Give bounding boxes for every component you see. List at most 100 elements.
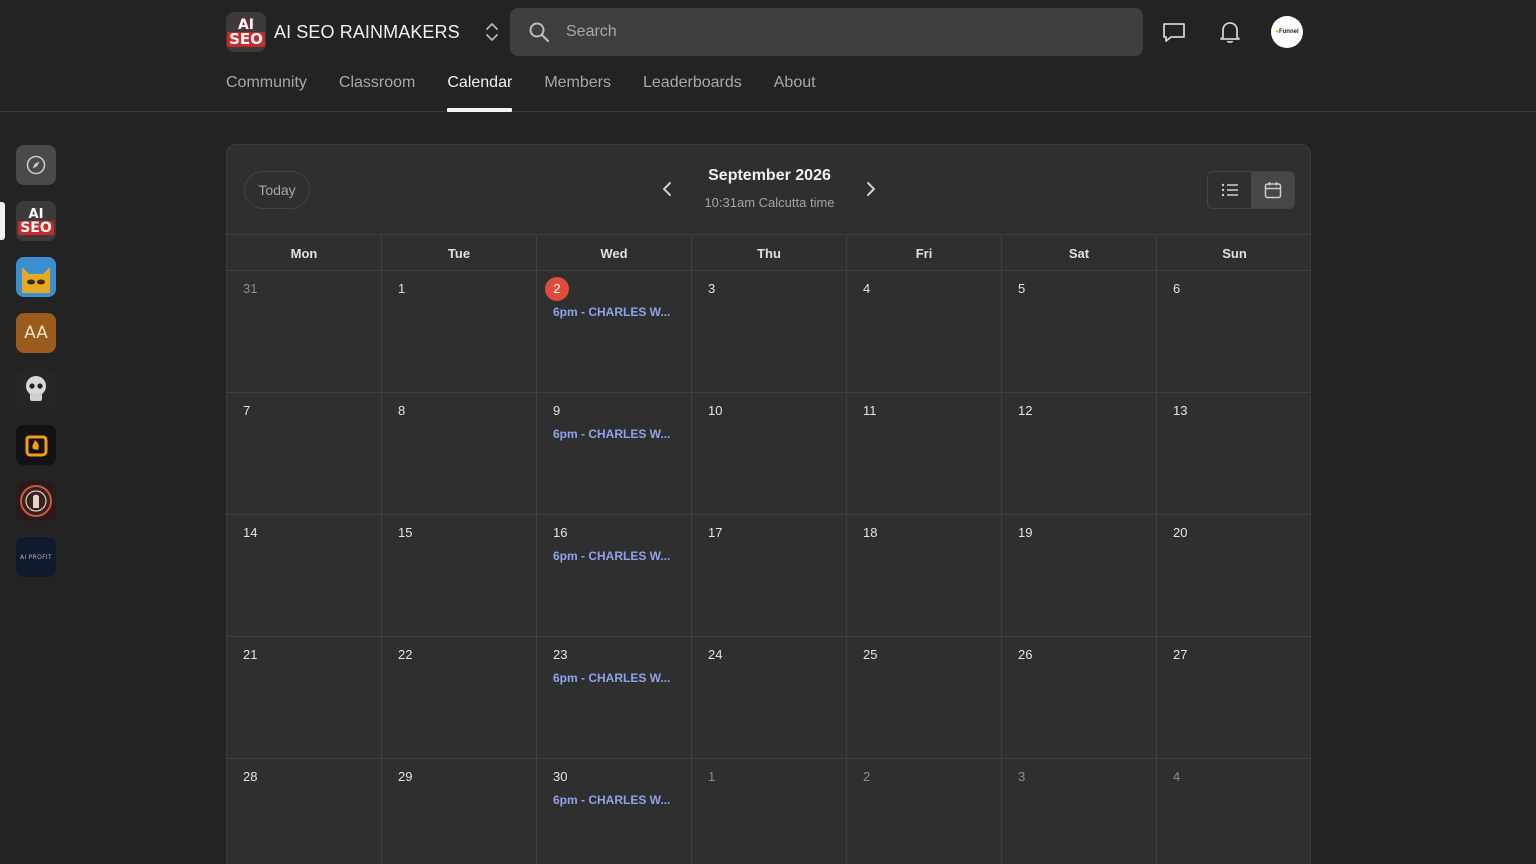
discover-compass-icon[interactable] <box>16 145 56 185</box>
tab-about[interactable]: About <box>774 62 816 112</box>
calendar-day-cell[interactable]: 4 <box>1157 759 1310 864</box>
tab-leaderboards[interactable]: Leaderboards <box>643 62 742 112</box>
tab-members[interactable]: Members <box>544 62 611 112</box>
day-number: 18 <box>863 525 878 540</box>
calendar-day-cell[interactable]: 6 <box>1157 271 1310 392</box>
day-number: 4 <box>863 281 871 296</box>
tab-community[interactable]: Community <box>226 62 307 112</box>
day-number: 23 <box>553 647 568 662</box>
calendar-day-cell[interactable]: 13 <box>1157 393 1310 514</box>
search-icon <box>528 21 550 43</box>
search-input[interactable] <box>566 23 1086 41</box>
today-date-badge: 2 <box>545 277 569 301</box>
calendar-day-cell[interactable]: 4 <box>847 271 1002 392</box>
day-number: 3 <box>708 281 716 296</box>
tab-classroom[interactable]: Classroom <box>339 62 415 112</box>
calendar-view-icon[interactable] <box>1251 172 1294 208</box>
calendar-event[interactable]: 6pm - CHARLES W... <box>553 305 677 319</box>
calendar-day-cell[interactable]: 23 6pm - CHARLES W... <box>537 637 692 758</box>
calendar-event[interactable]: 6pm - CHARLES W... <box>553 671 677 685</box>
calendar-day-cell[interactable]: 11 <box>847 393 1002 514</box>
calendar-day-cell[interactable]: 25 <box>847 637 1002 758</box>
calendar-day-cell[interactable]: 31 <box>227 271 382 392</box>
day-number: 7 <box>243 403 251 418</box>
calendar-event[interactable]: 6pm - CHARLES W... <box>553 427 677 441</box>
calendar-day-cell[interactable]: 3 <box>692 271 847 392</box>
day-number: 20 <box>1173 525 1188 540</box>
calendar-day-cell[interactable]: 26 <box>1002 637 1157 758</box>
calendar-day-cell[interactable]: 10 <box>692 393 847 514</box>
search-bar[interactable] <box>510 8 1143 56</box>
calendar-day-cell[interactable]: 24 <box>692 637 847 758</box>
calendar-event[interactable]: 6pm - CHARLES W... <box>553 793 677 807</box>
community-ai-profit-icon[interactable]: AI PROFIT <box>16 537 56 577</box>
next-month-chevron-right-icon[interactable] <box>863 179 879 199</box>
brand-logo[interactable]: AI SEO <box>226 12 266 52</box>
day-number: 9 <box>553 403 561 418</box>
community-switcher-icon[interactable] <box>484 20 500 44</box>
calendar-day-cell[interactable]: 7 <box>227 393 382 514</box>
brand[interactable]: AI SEO AI SEO RAINMAKERS <box>226 12 500 52</box>
calendar-day-cell[interactable]: 27 <box>1157 637 1310 758</box>
weekday-thu: Thu <box>692 235 847 270</box>
calendar-day-cell[interactable]: 8 <box>382 393 537 514</box>
community-seal-icon[interactable] <box>16 481 56 521</box>
calendar-day-cell[interactable]: 28 <box>227 759 382 864</box>
weekday-fri: Fri <box>847 235 1002 270</box>
calendar-day-cell[interactable]: 1 <box>382 271 537 392</box>
calendar-day-cell[interactable]: 12 <box>1002 393 1157 514</box>
day-number: 17 <box>708 525 723 540</box>
calendar-day-cell[interactable]: 1 <box>692 759 847 864</box>
user-avatar[interactable]: ● Funnel <box>1271 16 1303 48</box>
community-cat-icon[interactable] <box>16 257 56 297</box>
top-header: AI SEO AI SEO RAINMAKERS ●Funnel Communi… <box>0 0 1536 112</box>
weekday-wed: Wed <box>537 235 692 270</box>
day-number: 26 <box>1018 647 1033 662</box>
calendar-day-cell[interactable]: 9 6pm - CHARLES W... <box>537 393 692 514</box>
calendar-day-cell[interactable]: 17 <box>692 515 847 636</box>
day-number: 1 <box>398 281 406 296</box>
brand-logo-line2: SEO <box>227 29 265 48</box>
day-number: 2 <box>863 769 871 784</box>
day-number: 19 <box>1018 525 1033 540</box>
day-number: 27 <box>1173 647 1188 662</box>
calendar-day-cell[interactable]: 22 <box>382 637 537 758</box>
calendar-day-cell[interactable]: 20 <box>1157 515 1310 636</box>
weekday-tue: Tue <box>382 235 537 270</box>
bell-icon[interactable] <box>1217 20 1243 44</box>
community-skull-icon[interactable] <box>16 369 56 409</box>
brand-name[interactable]: AI SEO RAINMAKERS <box>274 22 460 43</box>
calendar-panel: Today September 2026 10:31am Calcutta ti… <box>226 144 1311 864</box>
community-aa-icon[interactable]: AA <box>16 313 56 353</box>
calendar-day-cell[interactable]: 21 <box>227 637 382 758</box>
day-number: 1 <box>708 769 716 784</box>
calendar-day-cell[interactable]: 29 <box>382 759 537 864</box>
day-number: 28 <box>243 769 258 784</box>
weekday-mon: Mon <box>227 235 382 270</box>
calendar-day-cell[interactable]: 5 <box>1002 271 1157 392</box>
month-title: September 2026 <box>708 167 831 184</box>
day-number: 29 <box>398 769 413 784</box>
weekday-header: Mon Tue Wed Thu Fri Sat Sun <box>227 234 1310 271</box>
chat-icon[interactable] <box>1161 20 1187 44</box>
calendar-day-cell[interactable]: 16 6pm - CHARLES W... <box>537 515 692 636</box>
calendar-event[interactable]: 6pm - CHARLES W... <box>553 549 677 563</box>
calendar-day-cell[interactable]: 3 <box>1002 759 1157 864</box>
day-number: 13 <box>1173 403 1188 418</box>
calendar-day-cell[interactable]: 15 <box>382 515 537 636</box>
calendar-day-cell[interactable]: 2 6pm - CHARLES W... <box>537 271 692 392</box>
calendar-day-cell[interactable]: 2 <box>847 759 1002 864</box>
calendar-day-cell[interactable]: 14 <box>227 515 382 636</box>
calendar-day-cell[interactable]: 30 6pm - CHARLES W... <box>537 759 692 864</box>
day-number: 12 <box>1018 403 1033 418</box>
community-ai-seo-icon[interactable]: AI SEO <box>16 201 56 241</box>
list-view-icon[interactable] <box>1208 172 1251 208</box>
community-flame-icon[interactable] <box>16 425 56 465</box>
day-number: 15 <box>398 525 413 540</box>
tab-calendar[interactable]: Calendar <box>447 62 512 112</box>
timezone-line: 10:31am Calcutta time <box>704 195 835 210</box>
weekday-sun: Sun <box>1222 246 1247 261</box>
calendar-day-cell[interactable]: 19 <box>1002 515 1157 636</box>
calendar-week-row: 31 1 2 6pm - CHARLES W... 3 4 5 6 <box>227 271 1310 393</box>
calendar-day-cell[interactable]: 18 <box>847 515 1002 636</box>
